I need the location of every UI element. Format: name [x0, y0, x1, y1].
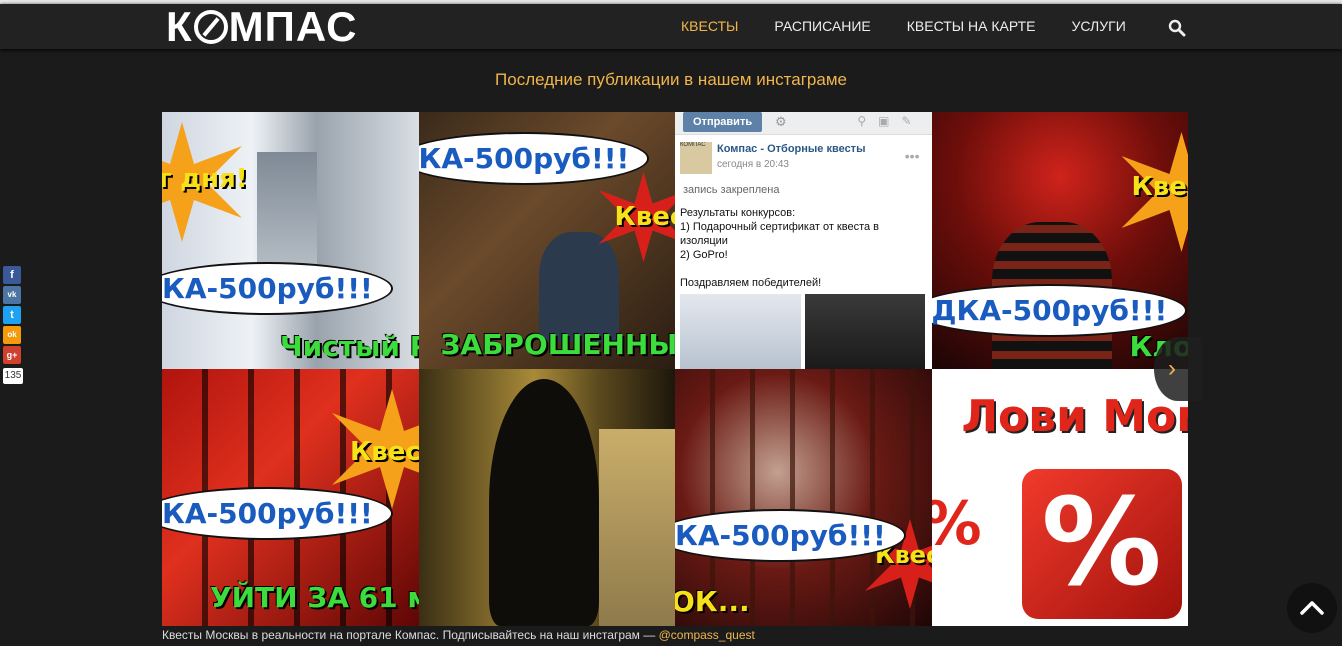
avatar: КОМПАС: [680, 142, 712, 174]
facebook-share-button[interactable]: f: [3, 266, 21, 284]
price-burst: КА-500руб!!!: [162, 262, 393, 315]
more-icon: •••: [904, 148, 920, 164]
compass-icon: [193, 10, 228, 44]
instagram-post[interactable]: Квес КА-500руб!!! ОК...: [675, 369, 932, 626]
site-logo[interactable]: К МПАС: [166, 6, 357, 48]
instagram-post[interactable]: [418, 369, 675, 626]
next-arrow-button[interactable]: ›: [1154, 337, 1202, 401]
post-date: сегодня в 20:43: [717, 159, 789, 170]
post-line: 1) Подарочный сертификат от квеста в изо…: [680, 221, 880, 247]
share-count: 135: [3, 368, 23, 384]
search-icon[interactable]: [1168, 19, 1186, 37]
instagram-post[interactable]: Квест КА-500руб!!! УЙТИ ЗА 61 ми: [162, 369, 419, 626]
nav-item-map[interactable]: КВЕСТЫ НА КАРТЕ: [907, 18, 1036, 34]
post-line: Результаты конкурсов:: [680, 207, 796, 219]
post-images: [680, 294, 925, 369]
tile-corner-text: Квес: [614, 202, 676, 232]
tile-corner-text: Квес: [1131, 172, 1189, 202]
tile-caption: Чистый Ро: [280, 330, 419, 363]
vk-share-button[interactable]: vk: [3, 286, 21, 304]
footer-text: Квесты Москвы в реальности на портале Ко…: [162, 628, 755, 642]
send-button: Отправить: [683, 112, 763, 132]
site-header: К МПАС КВЕСТЫ РАСПИСАНИЕ КВЕСТЫ НА КАРТЕ …: [0, 4, 1342, 49]
gear-icon: ⚙: [775, 114, 787, 129]
post-body: Результаты конкурсов: 1) Подарочный серт…: [680, 206, 925, 290]
price-burst: КА-500руб!!!: [418, 132, 650, 185]
instagram-post[interactable]: Лови Мом % %: [931, 369, 1189, 626]
googleplus-share-button[interactable]: g+: [3, 346, 21, 364]
footer-description: Квесты Москвы в реальности на портале Ко…: [162, 628, 659, 642]
instagram-post-vk-screenshot[interactable]: Отправить ⚙ ⚲▣✎ КОМПАС Компас - Отборные…: [675, 112, 932, 369]
post-image: [680, 294, 801, 369]
post-author: Компас - Отборные квесты: [717, 143, 866, 155]
percent-cube: %: [1021, 469, 1182, 619]
instagram-link[interactable]: @compass_quest: [659, 628, 755, 642]
tile-caption: ЗАБРОШЕННЫЙ Д: [440, 328, 676, 361]
instagram-post[interactable]: Квес ДКА-500руб!!! Клон: [931, 112, 1189, 369]
nav-item-schedule[interactable]: РАСПИСАНИЕ: [774, 18, 870, 34]
instagram-post[interactable]: Квес КА-500руб!!! ЗАБРОШЕННЫЙ Д: [418, 112, 676, 369]
post-line: 2) GoPro!: [680, 249, 728, 261]
vk-toolbar: Отправить ⚙ ⚲▣✎: [675, 112, 932, 135]
post-spacer: [680, 262, 925, 276]
tile-caption: УЙТИ ЗА 61 ми: [210, 581, 419, 614]
odnoklassniki-share-button[interactable]: ok: [3, 326, 21, 344]
hooded-figure-image: [488, 379, 599, 626]
nav-item-services[interactable]: УСЛУГИ: [1072, 18, 1126, 34]
tile-caption: Лови Мом: [961, 391, 1189, 442]
post-image: [804, 294, 925, 369]
main-nav: КВЕСТЫ РАСПИСАНИЕ КВЕСТЫ НА КАРТЕ УСЛУГИ: [681, 18, 1162, 34]
percent-small: %: [932, 489, 982, 559]
pinned-label: запись закреплена: [683, 184, 780, 196]
attach-icons: ⚲▣✎: [857, 114, 924, 128]
instagram-post[interactable]: т дня! КА-500руб!!! Чистый Ро: [162, 112, 419, 369]
section-title: Последние публикации в нашем инстаграме: [495, 70, 847, 89]
tile-caption: ОК...: [675, 585, 750, 618]
tile-corner-text: т дня!: [162, 164, 248, 194]
person-image: [538, 232, 619, 342]
instagram-grid: т дня! КА-500руб!!! Чистый Ро Квес КА-50…: [162, 112, 1188, 626]
twitter-share-button[interactable]: t: [3, 306, 21, 324]
doorway-image: [598, 429, 675, 626]
post-line: Поздравляем победителей!: [680, 277, 822, 289]
tile-corner-text: Квест: [350, 437, 419, 467]
social-share-bar: f vk t ok g+ 135: [3, 266, 23, 384]
scroll-top-button[interactable]: [1287, 583, 1337, 633]
chevron-up-icon: [1300, 601, 1324, 615]
nav-item-quests[interactable]: КВЕСТЫ: [681, 18, 738, 34]
